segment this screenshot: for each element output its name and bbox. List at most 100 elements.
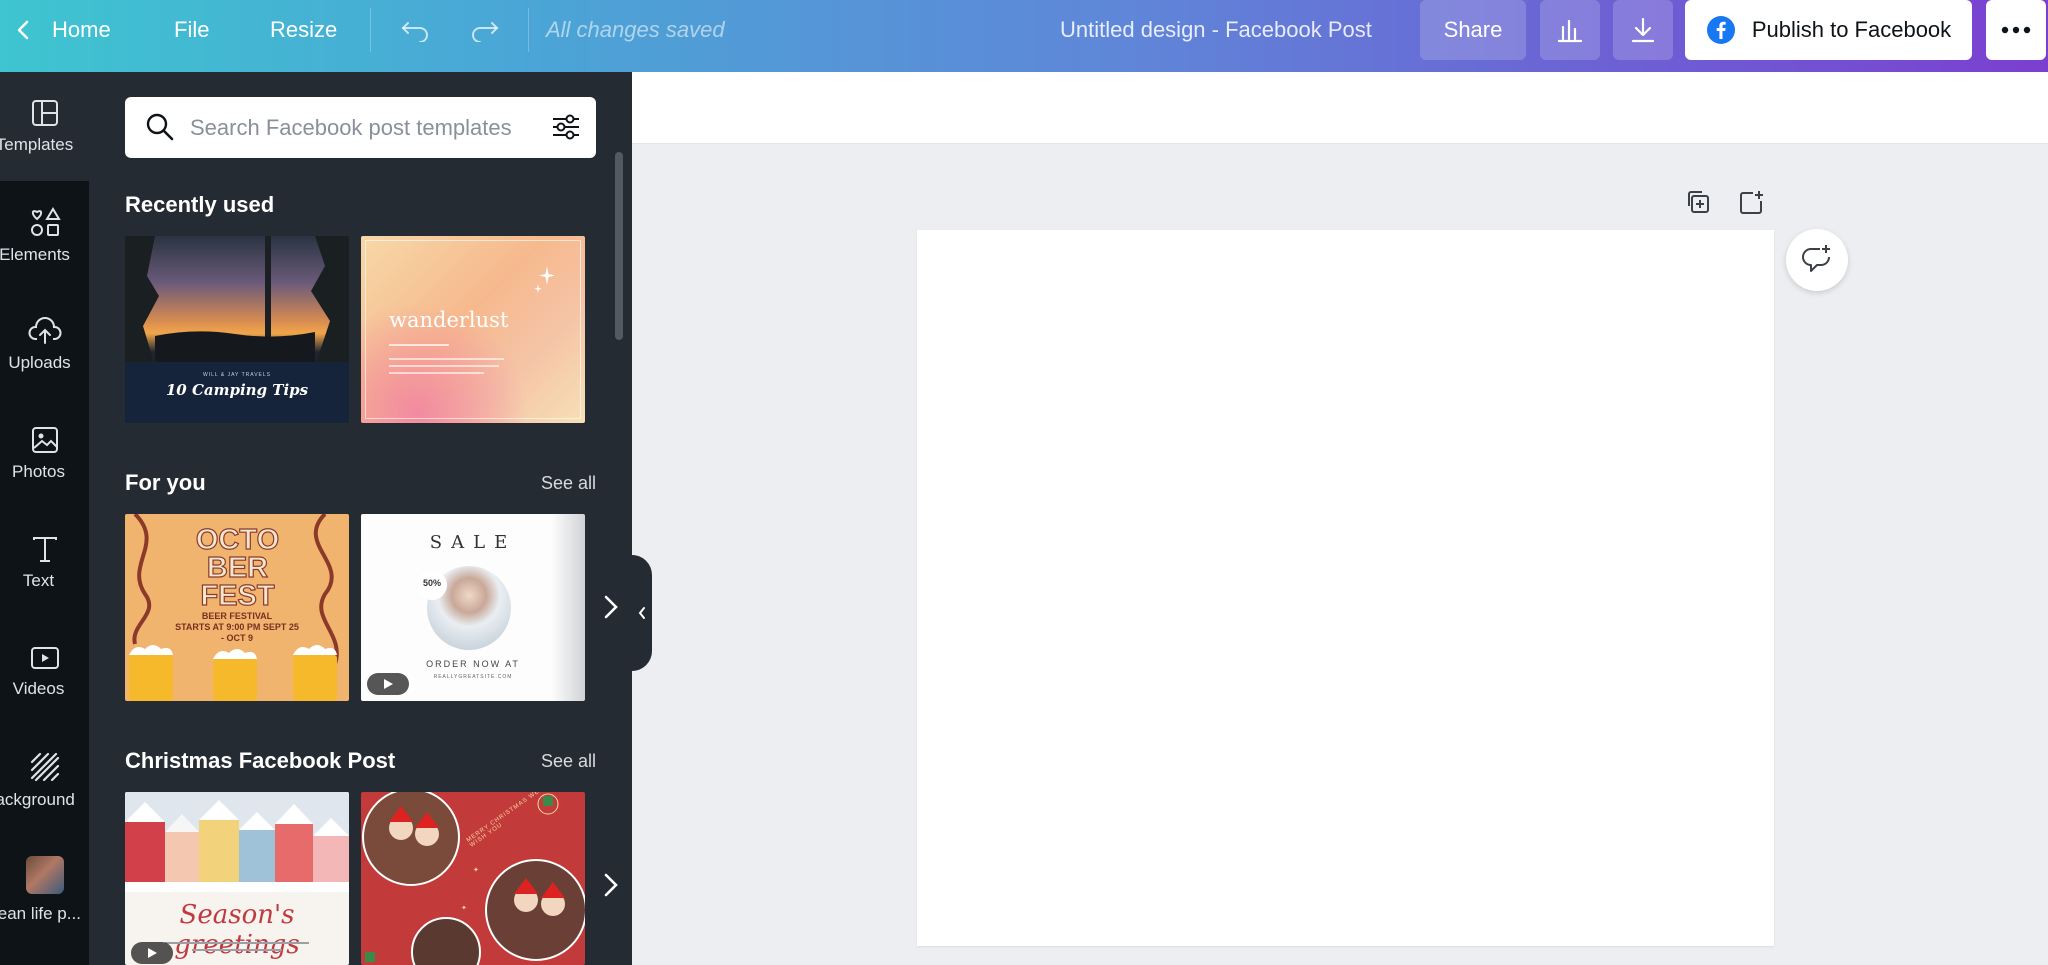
more-options-button[interactable] [1986, 0, 2046, 60]
top-toolbar: Home File Resize All changes saved Untit… [0, 0, 2048, 72]
download-icon [1631, 17, 1655, 43]
nav-text[interactable]: Text [0, 508, 89, 617]
file-label: File [174, 17, 210, 42]
sale-badge-text: 50% [422, 578, 441, 588]
carousel-next-for-you[interactable] [591, 577, 631, 637]
carousel-next-christmas[interactable] [591, 855, 631, 915]
download-button[interactable] [1613, 0, 1673, 60]
videos-icon [30, 646, 59, 669]
toolbar-divider [370, 8, 371, 52]
nav-elements[interactable]: Elements [0, 181, 89, 290]
file-menu-button[interactable]: File [174, 0, 209, 60]
play-icon [148, 948, 157, 958]
play-icon [384, 679, 393, 689]
template-thumbnail-wanderlust[interactable]: wanderlust [361, 236, 585, 423]
document-title[interactable]: Untitled design - Facebook Post [1060, 0, 1372, 60]
houses-illustration [125, 792, 349, 892]
nav-folder-ocean-life[interactable]: Ocean life p... [0, 835, 89, 944]
resize-label: Resize [270, 17, 338, 42]
template-thumbnail-christmas-photos[interactable]: ✦ ✦ MERRY CHRISTMAS WE WISH YOU [361, 792, 585, 965]
home-label: Home [52, 17, 111, 42]
background-icon [30, 752, 59, 781]
sale-badge: 50% [417, 570, 447, 600]
wanderlust-body-lines [389, 344, 509, 374]
sale-title: SALE [429, 532, 517, 553]
templates-icon [31, 99, 58, 126]
undo-icon [401, 22, 428, 42]
template-thumbnail-oktoberfest[interactable]: OCTO BER FEST BEER FESTIVAL STARTS AT 9:… [125, 514, 349, 701]
sale-cta: ORDER NOW AT [426, 659, 520, 669]
chevron-left-icon [17, 20, 29, 40]
nav-templates[interactable]: Templates [0, 72, 89, 181]
panel-scrollbar[interactable] [615, 152, 623, 340]
elements-icon [30, 206, 61, 236]
tree-silhouette [125, 236, 349, 366]
nav-label: Photos [12, 461, 65, 481]
section-title-for-you: For you [125, 470, 206, 495]
photos-icon [31, 426, 58, 453]
see-all-link-christmas[interactable]: See all [541, 751, 596, 772]
share-button[interactable]: Share [1420, 0, 1526, 60]
text-icon [32, 536, 57, 562]
duplicate-page-button[interactable] [1680, 184, 1716, 220]
undo-button[interactable] [392, 0, 440, 60]
chevron-right-icon [604, 873, 618, 897]
insights-button[interactable] [1540, 0, 1600, 60]
toolbar-divider [528, 8, 529, 52]
nav-videos[interactable]: Videos [0, 617, 89, 726]
wanderlust-title: wanderlust [389, 308, 509, 332]
chevron-left-icon [638, 607, 645, 619]
publish-to-facebook-button[interactable]: Publish to Facebook [1685, 0, 1972, 60]
svg-text:✦: ✦ [473, 866, 479, 874]
resize-button[interactable]: Resize [270, 0, 337, 60]
search-input[interactable]: Search Facebook post templates [190, 115, 512, 141]
camping-small-text: WILL & JAY TRAVELS [202, 372, 272, 378]
template-thumbnail-camping[interactable]: WILL & JAY TRAVELS 10 Camping Tips [125, 236, 349, 423]
camping-banner: WILL & JAY TRAVELS 10 Camping Tips [125, 362, 349, 423]
home-button[interactable]: Home [0, 0, 120, 60]
bar-chart-icon [1557, 19, 1583, 43]
nav-label: Background [0, 789, 75, 809]
svg-text:✦: ✦ [461, 904, 467, 912]
search-icon [146, 113, 174, 141]
design-canvas-page[interactable] [917, 230, 1774, 946]
folder-thumbnail [25, 855, 64, 894]
redo-icon [472, 22, 499, 42]
nav-label: Text [22, 570, 55, 590]
section-title-christmas: Christmas Facebook Post [125, 748, 396, 773]
template-thumbnail-seasons-greetings[interactable]: Season's greetings [125, 792, 349, 965]
christmas-collage: ✦ ✦ [362, 792, 585, 965]
nav-label: Uploads [8, 352, 71, 372]
nav-background[interactable]: Background [0, 726, 89, 835]
duplicate-icon [1688, 191, 1709, 213]
nav-photos[interactable]: Photos [0, 399, 89, 508]
comment-add-icon [1802, 245, 1830, 272]
publish-label: Publish to Facebook [1751, 17, 1952, 42]
chevron-right-icon [604, 595, 618, 619]
collapse-panel-handle[interactable] [632, 555, 652, 671]
template-thumbnail-sale[interactable]: SALE 50% ORDER NOW AT REALLYGREATSITE.CO… [361, 514, 585, 701]
nav-label: Ocean life p... [0, 903, 81, 923]
video-badge [367, 673, 409, 695]
nav-label: Elements [0, 244, 70, 264]
redo-button[interactable] [460, 0, 508, 60]
see-all-link-for-you[interactable]: See all [541, 473, 596, 494]
more-horizontal-icon [2001, 26, 2031, 34]
share-label: Share [1443, 17, 1503, 42]
section-title-recently-used: Recently used [125, 192, 275, 217]
nav-uploads[interactable]: Uploads [0, 290, 89, 399]
editor-toolbar-area [632, 72, 2048, 144]
oktoberfest-title: OCTO BER FEST [195, 524, 280, 612]
add-page-icon [1740, 191, 1763, 214]
nav-label: Videos [12, 678, 65, 698]
template-search-box[interactable]: Search Facebook post templates [125, 97, 596, 158]
add-comment-button[interactable] [1786, 229, 1848, 291]
templates-panel: Search Facebook post templates Recently … [89, 72, 632, 965]
facebook-icon [1706, 16, 1735, 44]
camping-title: 10 Camping Tips [165, 381, 309, 399]
add-page-button[interactable] [1733, 184, 1769, 220]
filter-icon[interactable] [551, 112, 581, 142]
sparkle-icon [534, 266, 555, 293]
left-sidebar-nav: Templates Elements Uploads Photos Text V… [0, 72, 89, 965]
upload-icon [28, 316, 61, 344]
